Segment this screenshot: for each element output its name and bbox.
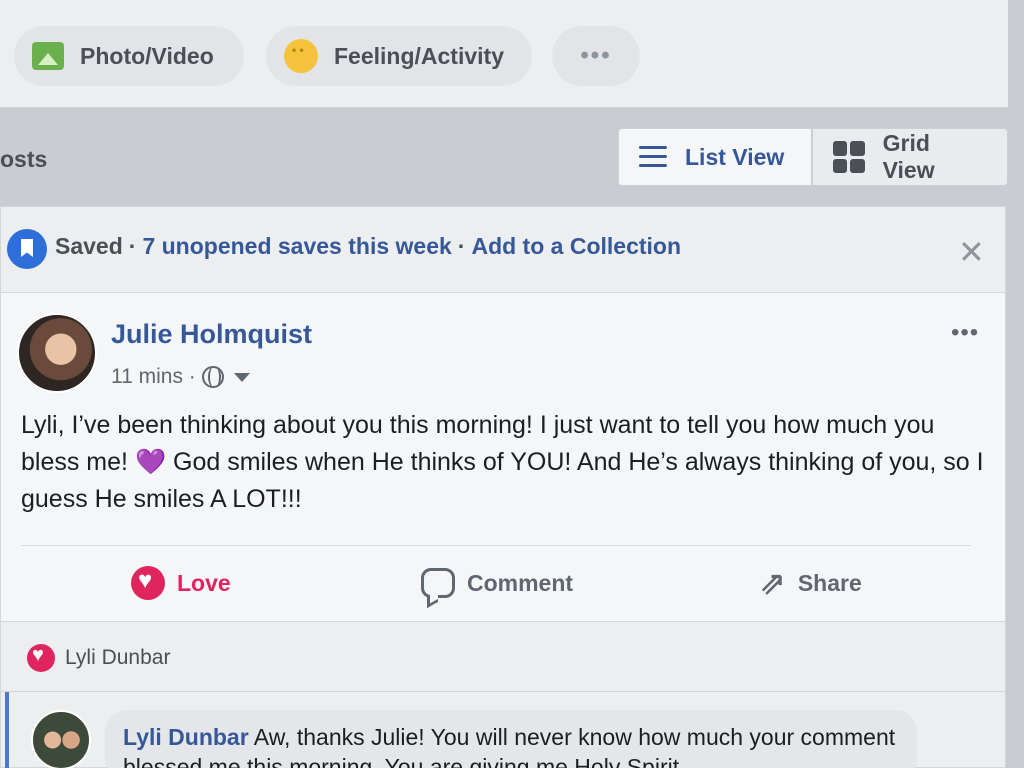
- avatar[interactable]: [17, 313, 97, 393]
- section-title: osts: [0, 146, 48, 172]
- saved-label: Saved: [55, 233, 123, 259]
- add-to-collection-link[interactable]: Add to a Collection: [471, 233, 681, 259]
- comment-label: Comment: [467, 569, 574, 596]
- comment-bubble: Lyli Dunbar Aw, thanks Julie! You will n…: [105, 710, 917, 768]
- post-author-name[interactable]: Julie Holmquist: [111, 319, 312, 350]
- share-button[interactable]: ⇗ Share: [759, 563, 862, 603]
- post-text: Lyli, I’ve been thinking about you this …: [21, 407, 991, 518]
- comment-avatar[interactable]: [31, 710, 91, 768]
- view-toggle-row: osts List View Grid View: [0, 108, 1008, 204]
- share-label: Share: [797, 569, 862, 596]
- comment-button[interactable]: Comment: [421, 563, 573, 603]
- photo-video-label: Photo/Video: [80, 42, 214, 69]
- share-icon: ⇗: [759, 565, 786, 601]
- purple-heart-emoji: 💜: [134, 448, 167, 476]
- comments-section: Lyli Dunbar Aw, thanks Julie! You will n…: [0, 692, 1006, 768]
- grid-view-button[interactable]: Grid View: [812, 128, 1008, 186]
- comment-author[interactable]: Lyli Dunbar: [123, 724, 249, 750]
- close-icon[interactable]: ✕: [958, 236, 985, 268]
- list-icon: [639, 146, 667, 168]
- feeling-activity-label: Feeling/Activity: [334, 42, 504, 69]
- smiley-icon: [284, 39, 318, 73]
- saved-banner: Saved · 7 unopened saves this week · Add to …: [0, 206, 1006, 292]
- post-meta: 11 mins ·: [111, 365, 250, 389]
- separator-dot: ·: [457, 233, 466, 259]
- post-composer-actions: Photo/Video Feeling/Activity •••: [0, 0, 1008, 108]
- feeling-activity-button[interactable]: Feeling/Activity: [266, 26, 532, 86]
- love-reaction-icon: [27, 644, 55, 672]
- reactor-name[interactable]: Lyli Dunbar: [65, 646, 170, 670]
- photo-icon: [32, 42, 64, 70]
- love-button[interactable]: Love: [131, 563, 231, 603]
- photo-video-button[interactable]: Photo/Video: [14, 26, 244, 86]
- globe-icon: [201, 366, 224, 388]
- comment-icon: [421, 568, 455, 598]
- unopened-saves-link[interactable]: 7 unopened saves this week: [142, 233, 451, 259]
- list-view-label: List View: [685, 143, 785, 170]
- bookmark-icon: [7, 229, 47, 269]
- reactions-row: Lyli Dunbar: [0, 622, 1006, 692]
- composer-more-button[interactable]: •••: [552, 26, 640, 86]
- list-view-button[interactable]: List View: [618, 128, 812, 186]
- grid-view-label: Grid View: [882, 130, 935, 183]
- post-timestamp[interactable]: 11 mins ·: [111, 365, 196, 389]
- chevron-down-icon[interactable]: [233, 372, 250, 382]
- more-dots-icon: •••: [580, 42, 612, 69]
- comment-accent-bar: [5, 692, 9, 768]
- post-text-part-2: God smiles when He thinks of YOU! And He…: [21, 448, 984, 513]
- love-label: Love: [177, 569, 231, 596]
- separator-dot: ·: [128, 233, 137, 259]
- divider: [21, 545, 971, 546]
- love-icon: [131, 566, 165, 600]
- post-options-icon[interactable]: •••: [951, 319, 979, 347]
- grid-icon: [833, 141, 865, 173]
- post-card: Julie Holmquist 11 mins · ••• Lyli, I’ve…: [0, 292, 1006, 622]
